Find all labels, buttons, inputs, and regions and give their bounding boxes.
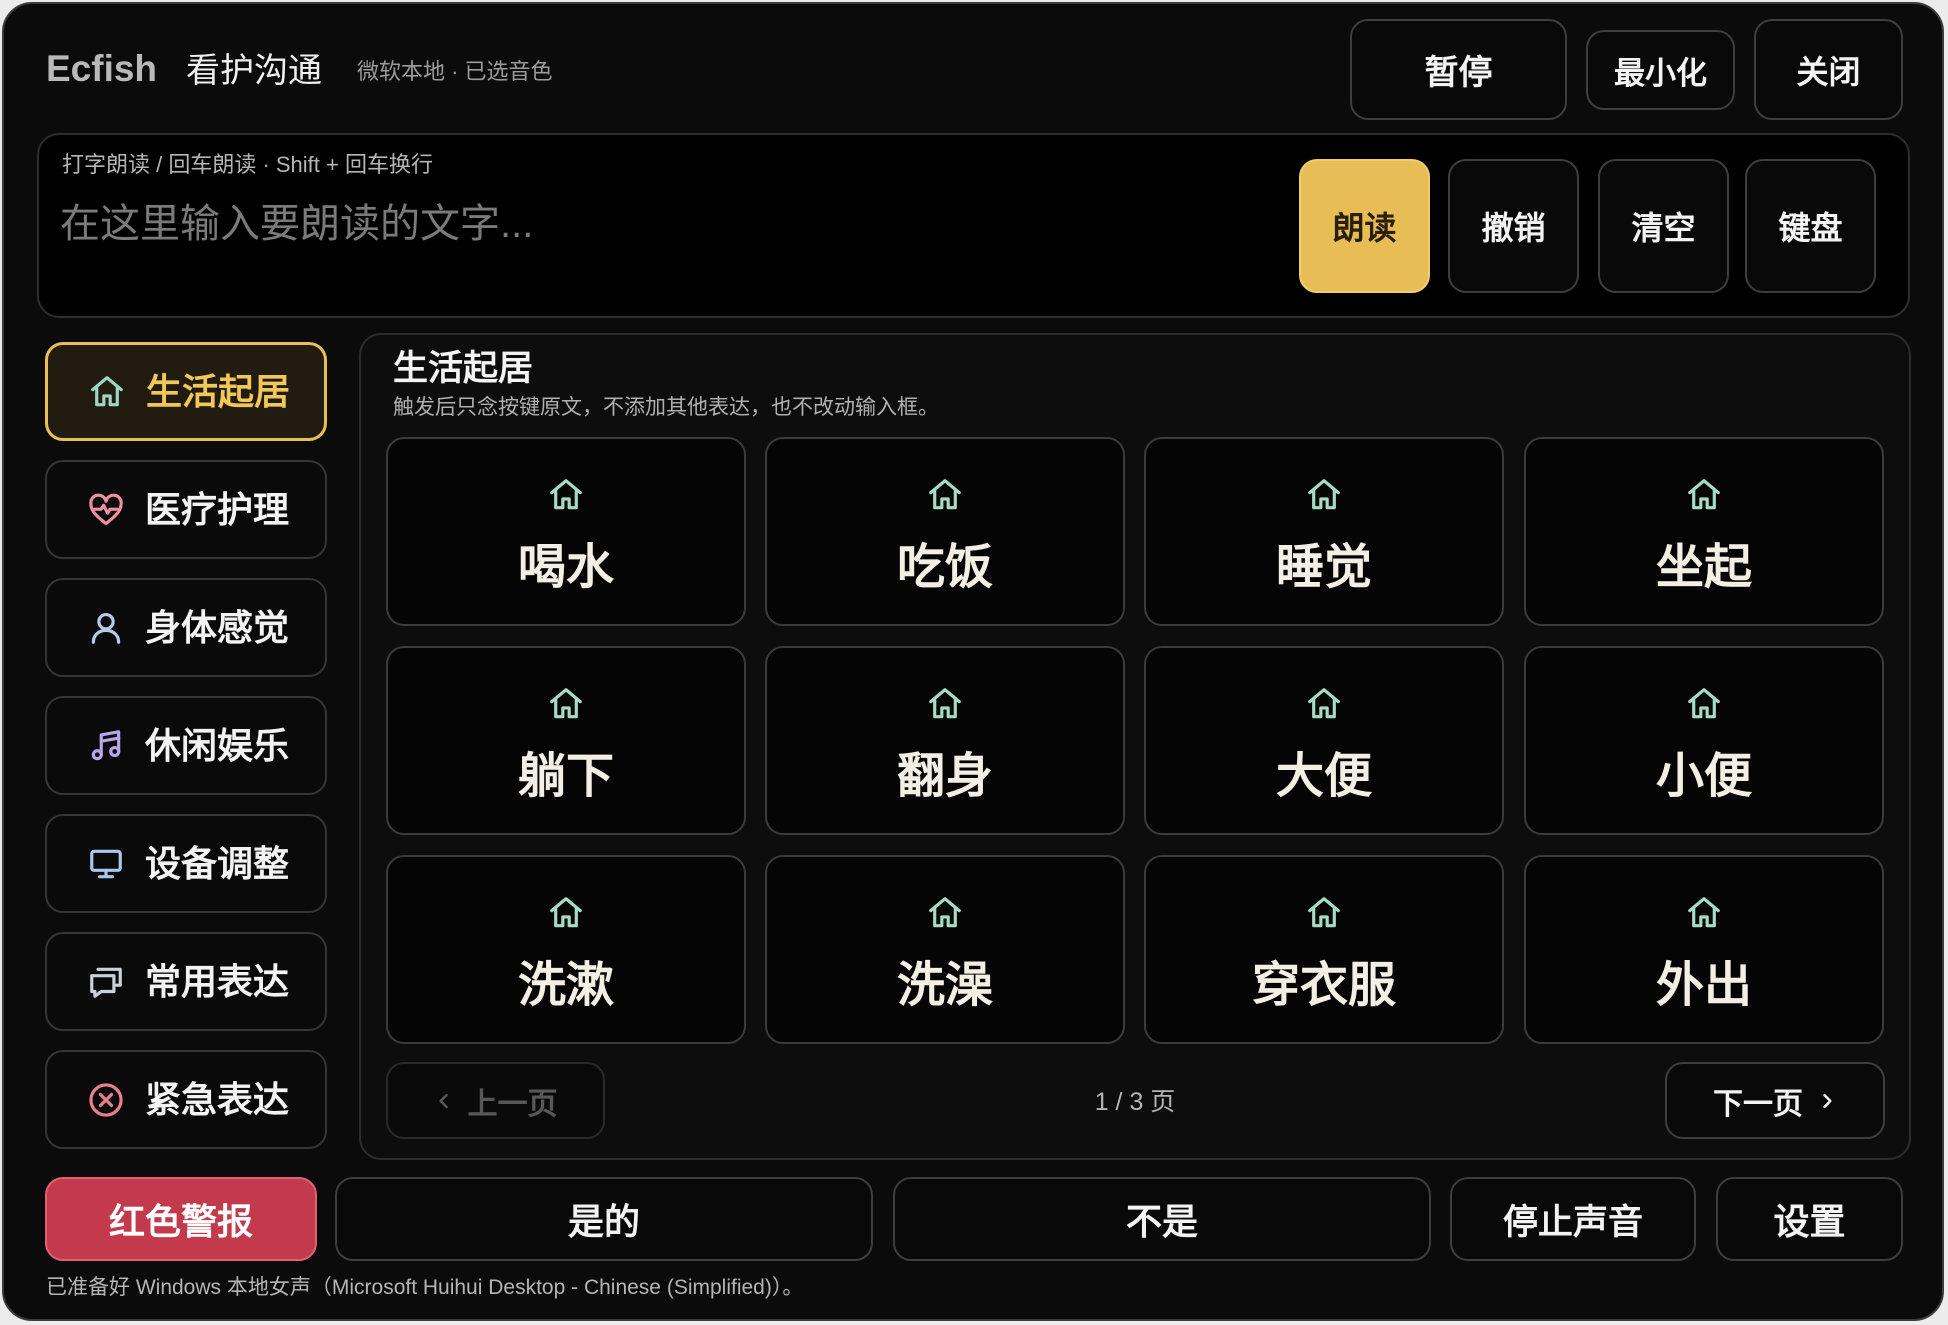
minimize-button[interactable]: 最小化 bbox=[1586, 30, 1735, 110]
phrase-label: 睡觉 bbox=[1275, 541, 1372, 594]
sidebar-item-medical-care[interactable]: 医疗护理 bbox=[45, 460, 327, 559]
home-icon bbox=[926, 685, 964, 723]
home-icon bbox=[1685, 476, 1723, 514]
clear-button[interactable]: 清空 bbox=[1598, 159, 1729, 293]
sidebar-item-leisure[interactable]: 休闲娱乐 bbox=[45, 696, 327, 795]
phrase-button[interactable]: 坐起 bbox=[1524, 437, 1884, 626]
phrase-button[interactable]: 外出 bbox=[1524, 855, 1884, 1044]
next-page-label: 下一页 bbox=[1713, 1087, 1803, 1121]
app-title: 看护沟通 bbox=[186, 52, 322, 90]
home-icon bbox=[1305, 685, 1343, 723]
home-icon bbox=[926, 894, 964, 932]
sidebar-item-label: 身体感觉 bbox=[145, 606, 290, 648]
sidebar-item-label: 休闲娱乐 bbox=[145, 724, 290, 766]
pause-button[interactable]: 暂停 bbox=[1350, 19, 1567, 120]
phrase-button[interactable]: 洗漱 bbox=[386, 855, 746, 1044]
phrase-label: 外出 bbox=[1655, 959, 1752, 1012]
chevron-right-icon bbox=[1817, 1091, 1837, 1111]
phrase-label: 大便 bbox=[1275, 750, 1372, 803]
phrase-button[interactable]: 喝水 bbox=[386, 437, 746, 626]
phrase-label: 小便 bbox=[1655, 750, 1752, 803]
sidebar-item-device-adjust[interactable]: 设备调整 bbox=[45, 814, 327, 913]
red-alert-button[interactable]: 红色警报 bbox=[45, 1177, 317, 1261]
chevron-left-icon bbox=[434, 1091, 454, 1111]
home-icon bbox=[88, 373, 126, 411]
category-title: 生活起居 bbox=[393, 349, 534, 388]
sidebar-item-label: 医疗护理 bbox=[145, 488, 290, 530]
phrase-button[interactable]: 吃饭 bbox=[765, 437, 1125, 626]
phrase-button[interactable]: 洗澡 bbox=[765, 855, 1125, 1044]
phrase-label: 躺下 bbox=[517, 750, 614, 803]
sidebar-item-label: 紧急表达 bbox=[145, 1078, 290, 1120]
phrase-label: 洗漱 bbox=[517, 959, 614, 1012]
close-button[interactable]: 关闭 bbox=[1754, 19, 1903, 120]
sidebar-item-label: 设备调整 bbox=[145, 842, 290, 884]
phrase-button[interactable]: 大便 bbox=[1144, 646, 1504, 835]
home-icon bbox=[547, 685, 585, 723]
x-circle-icon bbox=[87, 1081, 125, 1119]
phrase-label: 坐起 bbox=[1655, 541, 1752, 594]
music-icon bbox=[87, 727, 125, 765]
speak-button[interactable]: 朗读 bbox=[1299, 159, 1430, 293]
sidebar-item-label: 生活起居 bbox=[146, 370, 291, 412]
home-icon bbox=[1305, 894, 1343, 932]
home-icon bbox=[547, 894, 585, 932]
heart-pulse-icon bbox=[87, 491, 125, 529]
phrase-button[interactable]: 躺下 bbox=[386, 646, 746, 835]
page-indicator: 1 / 3 页 bbox=[1094, 1088, 1176, 1116]
settings-button[interactable]: 设置 bbox=[1716, 1177, 1903, 1261]
no-button[interactable]: 不是 bbox=[893, 1177, 1431, 1261]
sidebar-item-body-feeling[interactable]: 身体感觉 bbox=[45, 578, 327, 677]
sidebar-item-common-phrases[interactable]: 常用表达 bbox=[45, 932, 327, 1031]
prev-page-button[interactable]: 上一页 bbox=[386, 1062, 605, 1139]
phrase-button[interactable]: 穿衣服 bbox=[1144, 855, 1504, 1044]
phrase-label: 吃饭 bbox=[896, 541, 993, 594]
phrase-label: 穿衣服 bbox=[1251, 959, 1396, 1012]
stop-sound-button[interactable]: 停止声音 bbox=[1450, 1177, 1696, 1261]
home-icon bbox=[1305, 476, 1343, 514]
phrase-button[interactable]: 睡觉 bbox=[1144, 437, 1504, 626]
sidebar-item-label: 常用表达 bbox=[145, 960, 290, 1002]
phrase-button[interactable]: 翻身 bbox=[765, 646, 1125, 835]
voice-status: 微软本地 · 已选音色 bbox=[357, 59, 553, 84]
home-icon bbox=[926, 476, 964, 514]
prev-page-label: 上一页 bbox=[467, 1087, 558, 1121]
phrase-label: 喝水 bbox=[517, 541, 614, 594]
category-description: 触发后只念按键原文，不添加其他表达，也不改动输入框。 bbox=[393, 396, 939, 419]
phrase-button[interactable]: 小便 bbox=[1524, 646, 1884, 835]
input-hint: 打字朗读 / 回车朗读 · Shift + 回车换行 bbox=[62, 152, 433, 177]
sidebar-item-emergency[interactable]: 紧急表达 bbox=[45, 1050, 327, 1149]
app-root: Ecfish 看护沟通 微软本地 · 已选音色 暂停 最小化 关闭 打字朗读 /… bbox=[0, 0, 1948, 1325]
home-icon bbox=[1685, 685, 1723, 723]
speech-text-input[interactable] bbox=[60, 196, 1260, 256]
monitor-icon bbox=[87, 845, 125, 883]
phrase-label: 翻身 bbox=[896, 750, 993, 803]
status-message: 已准备好 Windows 本地女声（Microsoft Huihui Deskt… bbox=[46, 1276, 804, 1299]
brand-logo: Ecfish bbox=[46, 48, 158, 89]
undo-button[interactable]: 撤销 bbox=[1448, 159, 1579, 293]
home-icon bbox=[1685, 894, 1723, 932]
phrase-label: 洗澡 bbox=[896, 959, 993, 1012]
sidebar-item-daily-living[interactable]: 生活起居 bbox=[45, 342, 327, 441]
keyboard-button[interactable]: 键盘 bbox=[1745, 159, 1876, 293]
person-icon bbox=[87, 609, 125, 647]
home-icon bbox=[547, 476, 585, 514]
chat-icon bbox=[87, 963, 125, 1001]
yes-button[interactable]: 是的 bbox=[335, 1177, 873, 1261]
next-page-button[interactable]: 下一页 bbox=[1665, 1062, 1885, 1139]
